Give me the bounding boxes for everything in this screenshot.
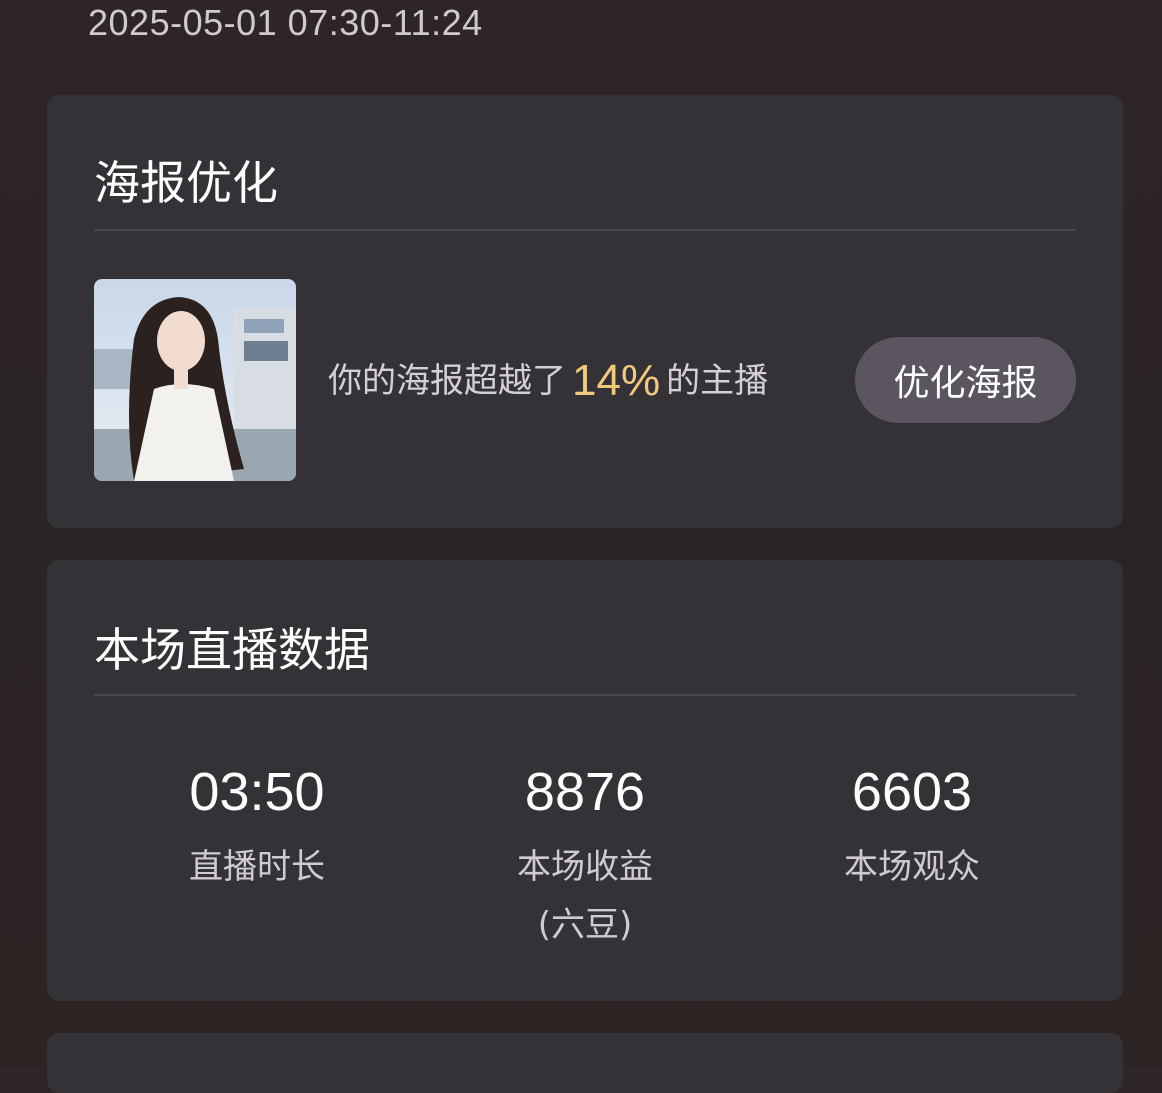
next-card-partial — [47, 1033, 1123, 1093]
poster-rank-prefix: 你的海报超越了 — [328, 361, 566, 401]
stat-earnings-label-line2: (六豆) — [537, 905, 633, 945]
poster-optimization-card: 海报优化 你的海报超越了 14% 的主播 优化海报 — [47, 95, 1123, 528]
stat-earnings: 8876 本场收益 (六豆) — [435, 760, 735, 954]
live-time-range: 2025-05-01 07:30-11:24 — [88, 2, 483, 43]
poster-rank-suffix: 的主播 — [666, 361, 769, 401]
poster-rank-text: 你的海报超越了 14% 的主播 — [328, 353, 768, 406]
stat-duration-value: 03:50 — [189, 762, 325, 822]
stat-viewers-label: 本场观众 — [844, 847, 980, 887]
stat-duration-label: 直播时长 — [189, 847, 325, 887]
stat-earnings-value: 8876 — [524, 762, 646, 822]
stats-card-title: 本场直播数据 — [94, 623, 370, 677]
poster-card-title: 海报优化 — [94, 156, 278, 210]
stat-viewers-value: 6603 — [851, 762, 973, 822]
poster-thumbnail[interactable] — [94, 279, 296, 481]
poster-rank-percent: 14% — [572, 356, 661, 405]
optimize-poster-button[interactable]: 优化海报 — [855, 337, 1076, 423]
poster-card-divider — [94, 229, 1076, 231]
stat-earnings-label-line1: 本场收益 — [517, 847, 653, 887]
stats-card-divider — [94, 694, 1076, 696]
stat-duration: 03:50 直播时长 — [107, 760, 407, 896]
stat-viewers: 6603 本场观众 — [762, 760, 1062, 896]
live-stats-card: 本场直播数据 03:50 直播时长 8876 本场收益 (六豆) 6603 本场… — [47, 560, 1123, 1001]
stat-earnings-label: 本场收益 (六豆) — [435, 838, 735, 954]
